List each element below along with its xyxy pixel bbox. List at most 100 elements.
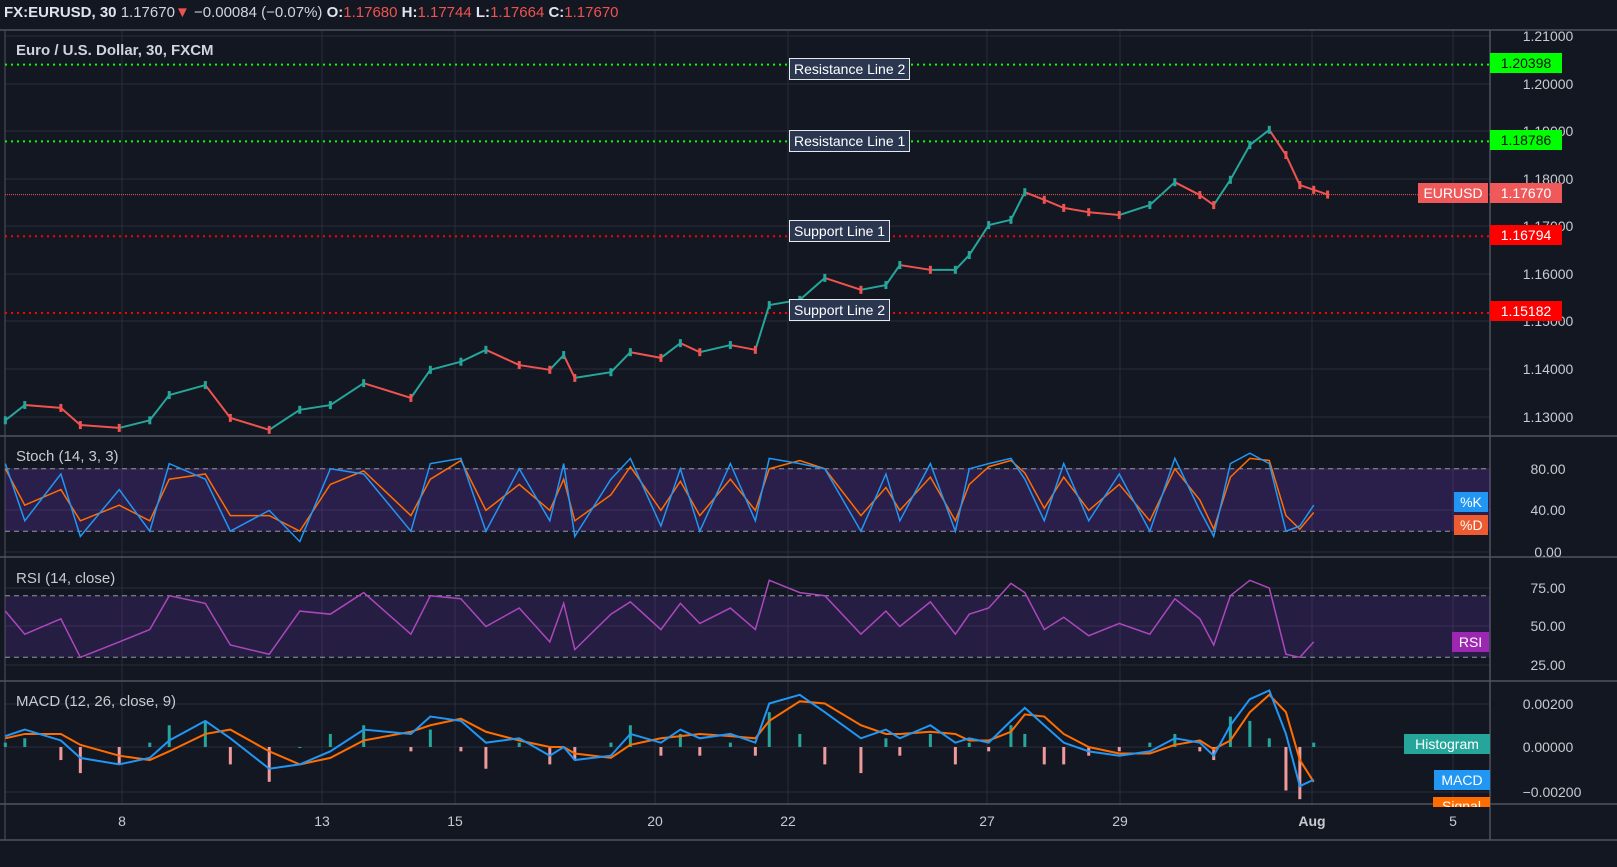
price-candle (1087, 208, 1091, 217)
macd-histogram-bar (1267, 738, 1271, 747)
macd-tick: −0.00200 (1522, 784, 1582, 800)
price-candle (573, 373, 577, 382)
resistance-line-1-label[interactable]: Resistance Line 1 (789, 130, 911, 152)
resistance-1-price-tag: 1.18786 (1490, 130, 1562, 150)
macd-histogram-bar (167, 725, 171, 747)
macd-histogram-bar (859, 747, 863, 774)
price-candle (1198, 191, 1202, 200)
stoch-k-legend: %K (1454, 492, 1488, 512)
rsi-tick: 25.00 (1530, 657, 1566, 673)
macd-histogram-bar (953, 747, 957, 765)
resistance-line-2-label[interactable]: Resistance Line 2 (789, 58, 911, 80)
price-segment (574, 371, 612, 379)
macd-signal-line (5, 693, 1315, 783)
time-tick: 20 (647, 813, 663, 829)
macd-histogram-bar (884, 738, 888, 747)
macd-histogram-bar (967, 742, 971, 747)
price-candle (23, 401, 27, 410)
macd-histogram-bar (767, 712, 771, 747)
macd-histogram-bar (1042, 747, 1046, 765)
price-segment (4, 404, 26, 422)
price-segment (1043, 198, 1065, 209)
price-candle (1298, 181, 1302, 190)
price-segment (549, 354, 565, 371)
macd-histogram-bar (428, 729, 432, 747)
price-candle (1284, 151, 1288, 160)
macd-histogram-bar (1062, 747, 1066, 765)
macd-tick: 0.00200 (1522, 696, 1574, 712)
price-segment (824, 276, 862, 291)
price-candle (117, 423, 121, 432)
price-candle (1248, 141, 1252, 150)
price-candle (562, 351, 566, 360)
time-tick: 13 (314, 813, 330, 829)
price-segment (460, 348, 487, 363)
price-segment (799, 277, 826, 301)
stoch-d-legend: %D (1454, 515, 1488, 535)
time-tick: 5 (1449, 813, 1457, 829)
price-candle (1228, 175, 1232, 184)
macd-histogram-bar (987, 747, 991, 752)
time-tick: Aug (1298, 813, 1326, 829)
price-candle (362, 379, 366, 388)
macd-histogram-bar (1228, 716, 1232, 747)
price-segment (1199, 194, 1215, 206)
macd-histogram-bar (609, 742, 613, 747)
support-line-1-label[interactable]: Support Line 1 (789, 220, 891, 242)
signal-legend: Signal (1433, 797, 1490, 807)
macd-histogram-bar (1023, 733, 1027, 747)
price-segment (363, 382, 412, 399)
support-line-2-label[interactable]: Support Line 2 (789, 299, 891, 321)
rsi-tick: 50.00 (1530, 618, 1566, 634)
price-segment (410, 369, 432, 399)
price-segment (1010, 191, 1026, 221)
price-segment (118, 419, 151, 429)
price-candle (484, 345, 488, 354)
price-candle (328, 401, 332, 410)
rsi-band (5, 595, 1490, 658)
price-segment (988, 218, 1012, 227)
macd-histogram-bar (148, 742, 152, 747)
price-segment (268, 408, 301, 431)
price-tick: 1.14000 (1522, 361, 1574, 377)
price-segment (1088, 211, 1120, 217)
price-candle (428, 365, 432, 374)
price-candle (167, 391, 171, 400)
price-segment (754, 304, 771, 351)
price-segment (1063, 206, 1089, 214)
macd-histogram-bar (3, 742, 7, 747)
macd-histogram-bar (659, 747, 663, 756)
price-candle (148, 416, 152, 425)
price-candle (1212, 201, 1216, 210)
price-candle (1009, 215, 1013, 224)
price-segment (329, 382, 365, 406)
price-candle (1023, 188, 1027, 197)
time-tick: 8 (118, 813, 126, 829)
price-segment (204, 384, 232, 419)
support-2-price-tag: 1.15182 (1490, 301, 1562, 321)
support-1-price-tag: 1.16794 (1490, 225, 1562, 245)
rsi-pane-title: RSI (14, close) (16, 570, 116, 587)
symbol-price-tag: EURUSD (1418, 183, 1488, 203)
price-candle (1312, 185, 1316, 194)
price-candle (698, 348, 702, 357)
rsi-tick: 75.00 (1530, 580, 1566, 596)
macd-histogram-bar (362, 725, 366, 747)
price-candle (928, 265, 932, 274)
price-segment (1268, 129, 1287, 156)
price-candle (78, 421, 82, 430)
price-tick: 1.20000 (1522, 76, 1574, 92)
price-candle (953, 265, 957, 274)
price-segment (1229, 144, 1251, 181)
macd-histogram-bar (798, 733, 802, 747)
price-candle (3, 416, 7, 425)
price-candle (659, 353, 663, 362)
macd-histogram-bar (484, 747, 488, 769)
price-segment (885, 264, 901, 286)
macd-histogram-bar (59, 747, 63, 761)
price-segment (1249, 129, 1270, 146)
price-candle (228, 413, 232, 422)
price-segment (299, 404, 331, 411)
last-price-tag: 1.17670 (1490, 183, 1562, 203)
price-candle (753, 345, 757, 354)
